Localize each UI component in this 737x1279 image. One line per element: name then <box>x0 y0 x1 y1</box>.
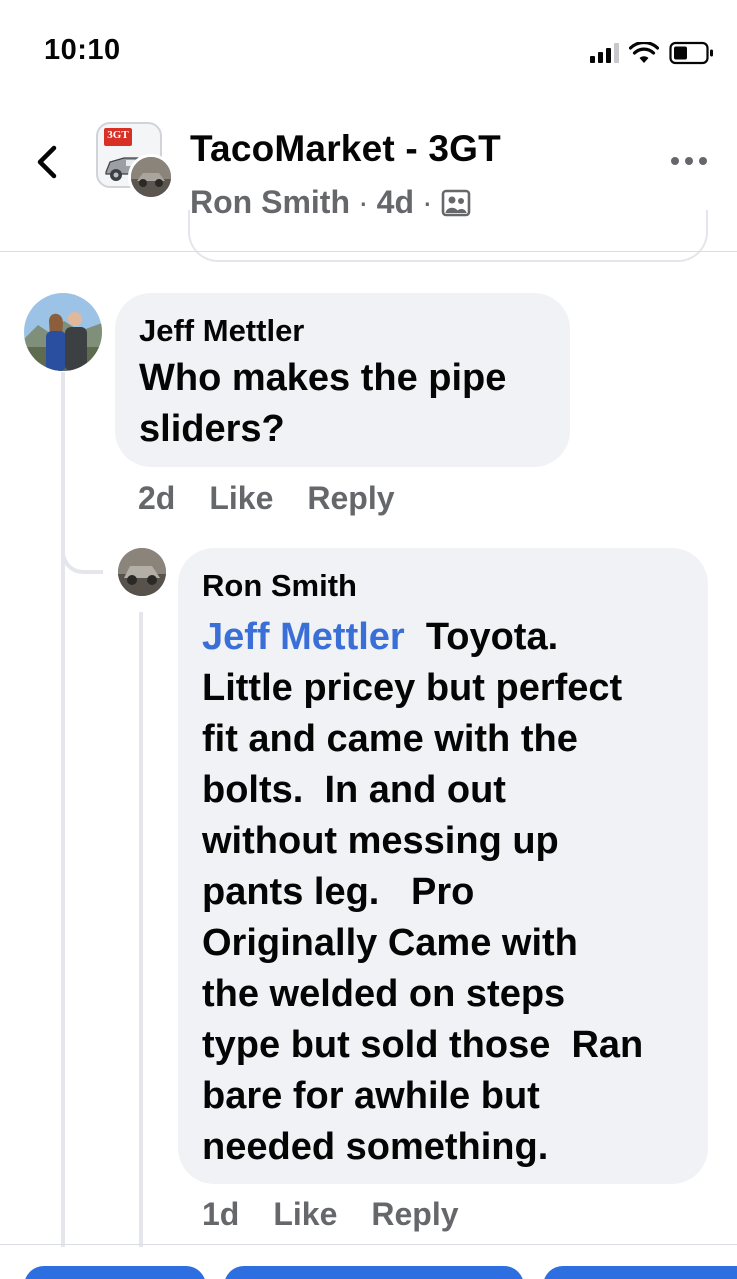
comment-line-rest: Toyota. <box>425 616 559 658</box>
header-divider <box>0 251 737 252</box>
comment-author[interactable]: Jeff Mettler <box>139 313 546 349</box>
comment-line: needed something. <box>202 1126 549 1168</box>
bottom-action-button[interactable] <box>224 1266 524 1279</box>
bottom-action-button[interactable] <box>543 1266 737 1279</box>
comment-line: type but sold those Ran <box>202 1024 644 1066</box>
comment-age: 2d <box>138 480 176 516</box>
comment-actions: 1d Like Reply <box>202 1196 459 1233</box>
previous-comment-edge <box>188 210 708 262</box>
group-logo-text: 3GT <box>107 129 129 141</box>
thread-connector <box>61 500 103 574</box>
reply-thread-line <box>139 612 143 1247</box>
reply-button[interactable]: Reply <box>371 1196 458 1233</box>
group-name[interactable]: TacoMarket - 3GT <box>190 128 501 170</box>
status-icons <box>590 40 715 66</box>
battery-icon <box>669 41 713 65</box>
ron-smith-photo <box>118 548 166 596</box>
comment-line: Little pricey but perfect <box>202 667 623 709</box>
comment-age: 1d <box>202 1196 240 1232</box>
like-button[interactable]: Like <box>273 1196 337 1233</box>
comment-line: Who makes the pipe <box>139 357 507 399</box>
avatar[interactable] <box>118 548 166 596</box>
bottom-divider <box>0 1244 737 1245</box>
comment-line: bolts. In and out <box>202 769 506 811</box>
comment-text: Jeff Mettler Toyota. Little pricey but p… <box>202 612 684 1173</box>
jeff-mettler-photo <box>24 293 102 371</box>
more-horizontal-icon[interactable] <box>671 146 707 176</box>
comment-text: Who makes the pipe sliders? <box>139 353 546 455</box>
comment-line: bare for awhile but <box>202 1075 540 1117</box>
poster-avatar[interactable] <box>128 154 174 200</box>
avatar[interactable] <box>24 293 102 371</box>
comment-line: sliders? <box>139 408 285 450</box>
chevron-left-icon[interactable] <box>32 142 62 182</box>
status-time: 10:10 <box>44 34 121 66</box>
comment-line: fit and came with the <box>202 718 578 760</box>
mention-link[interactable]: Jeff Mettler <box>202 616 405 658</box>
poster-photo <box>131 157 171 197</box>
comment-line: the welded on steps <box>202 973 566 1015</box>
reply-bubble[interactable]: Ron Smith Jeff Mettler Toyota. Little pr… <box>178 548 708 1184</box>
comment-line: without messing up <box>202 820 559 862</box>
comment-actions: 2d Like Reply <box>138 480 395 517</box>
bottom-action-button[interactable] <box>24 1266 206 1279</box>
comment-bubble[interactable]: Jeff Mettler Who makes the pipe sliders? <box>115 293 570 467</box>
comment-line: Originally Came with <box>202 922 578 964</box>
wifi-icon <box>629 42 659 63</box>
reply-button[interactable]: Reply <box>307 480 394 517</box>
signal-icon <box>590 43 619 63</box>
like-button[interactable]: Like <box>209 480 273 517</box>
comment-line: Jeff Mettler Toyota. <box>202 612 684 663</box>
comment-line: pants leg. Pro <box>202 871 475 913</box>
comment-author[interactable]: Ron Smith <box>202 568 684 604</box>
